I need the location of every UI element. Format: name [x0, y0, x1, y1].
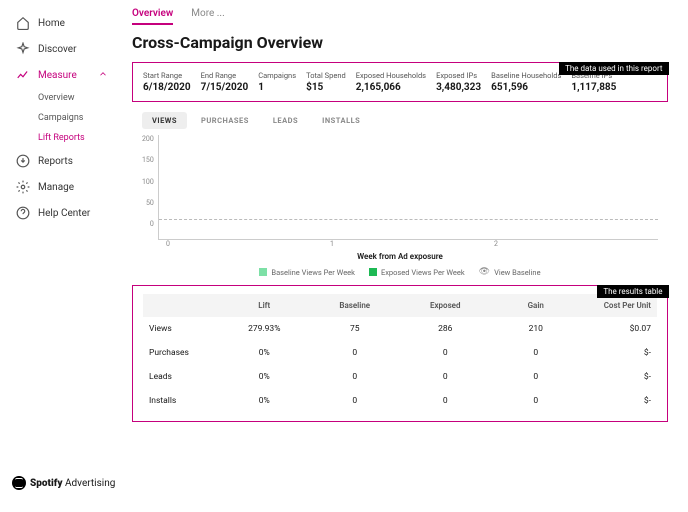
- stat-exposed-ip: Exposed IPs3,480,323: [436, 71, 481, 93]
- nav-label: Reports: [38, 156, 73, 167]
- legend-swatch-exposed: [369, 268, 377, 276]
- sparkle-icon: [16, 42, 30, 56]
- table-row: Views279.93%75286210$0.07: [143, 317, 657, 341]
- nav-label: Measure: [38, 70, 77, 81]
- stat-campaigns: Campaigns1: [258, 71, 296, 93]
- page-title: Cross-Campaign Overview: [132, 33, 668, 52]
- x-axis: 0 1 2: [166, 240, 658, 248]
- sidebar: Home Discover Measure Overview Campaigns…: [0, 0, 120, 512]
- stat-baseline-hh: Baseline Households651,596: [491, 71, 561, 93]
- subnav-overview[interactable]: Overview: [34, 88, 120, 108]
- table-row: Leads0%000$-: [143, 365, 657, 389]
- vtab-purchases[interactable]: PURCHASES: [191, 112, 259, 129]
- nav-measure[interactable]: Measure: [12, 62, 120, 88]
- subnav-campaigns[interactable]: Campaigns: [34, 108, 120, 128]
- spotify-icon: [12, 476, 26, 490]
- annotation-results: The results table: [597, 285, 668, 298]
- x-axis-label: Week from Ad exposure: [142, 252, 658, 261]
- y-axis: 200 150 100 50 0: [142, 135, 158, 240]
- chevron-up-icon: [98, 69, 108, 82]
- subnav-lift-reports[interactable]: Lift Reports: [34, 128, 120, 148]
- help-icon: [16, 206, 30, 220]
- vtab-installs[interactable]: INSTALLS: [312, 112, 370, 129]
- stat-spend: Total Spend$15: [306, 71, 346, 93]
- bar-chart: 200 150 100 50 0 0 1 2 Week from Ad expo…: [142, 135, 658, 277]
- download-icon: [16, 154, 30, 168]
- home-icon: [16, 16, 30, 30]
- brand-logo: Spotify Advertising: [12, 476, 120, 490]
- nav-discover[interactable]: Discover: [12, 36, 120, 62]
- view-baseline-toggle[interactable]: View Baseline: [494, 268, 540, 277]
- nav-label: Manage: [38, 182, 74, 193]
- vtab-leads[interactable]: LEADS: [263, 112, 308, 129]
- legend-swatch-baseline: [259, 268, 267, 276]
- metric-tabs: VIEWS PURCHASES LEADS INSTALLS: [142, 112, 668, 129]
- nav-label: Home: [38, 18, 65, 29]
- nav-label: Discover: [38, 44, 77, 55]
- chart-legend: Baseline Views Per Week Exposed Views Pe…: [142, 267, 658, 277]
- table-row: Purchases0%000$-: [143, 341, 657, 365]
- tab-overview[interactable]: Overview: [132, 8, 173, 25]
- table-header: Lift Baseline Exposed Gain Cost Per Unit: [143, 294, 657, 317]
- tab-more[interactable]: More ...: [191, 8, 224, 25]
- nav-reports[interactable]: Reports: [12, 148, 120, 174]
- eye-icon: 👁: [479, 267, 490, 277]
- stat-end: End Range7/15/2020: [201, 71, 249, 93]
- stat-start: Start Range6/18/2020: [143, 71, 191, 93]
- results-table-box: The results table Lift Baseline Exposed …: [132, 285, 668, 422]
- main-content: Overview More ... Cross-Campaign Overvie…: [120, 0, 688, 512]
- data-summary-box: The data used in this report Start Range…: [132, 62, 668, 102]
- annotation-data: The data used in this report: [559, 62, 668, 75]
- plot-area: [158, 135, 658, 240]
- nav-label: Help Center: [38, 208, 90, 219]
- vtab-views[interactable]: VIEWS: [142, 112, 187, 129]
- baseline-line: [159, 219, 658, 220]
- gear-icon: [16, 180, 30, 194]
- stat-exposed-hh: Exposed Households2,165,066: [356, 71, 426, 93]
- chart-icon: [16, 68, 30, 82]
- page-tabs: Overview More ...: [132, 8, 668, 25]
- nav-help[interactable]: Help Center: [12, 200, 120, 226]
- nav-home[interactable]: Home: [12, 10, 120, 36]
- table-row: Installs0%000$-: [143, 389, 657, 413]
- nav-manage[interactable]: Manage: [12, 174, 120, 200]
